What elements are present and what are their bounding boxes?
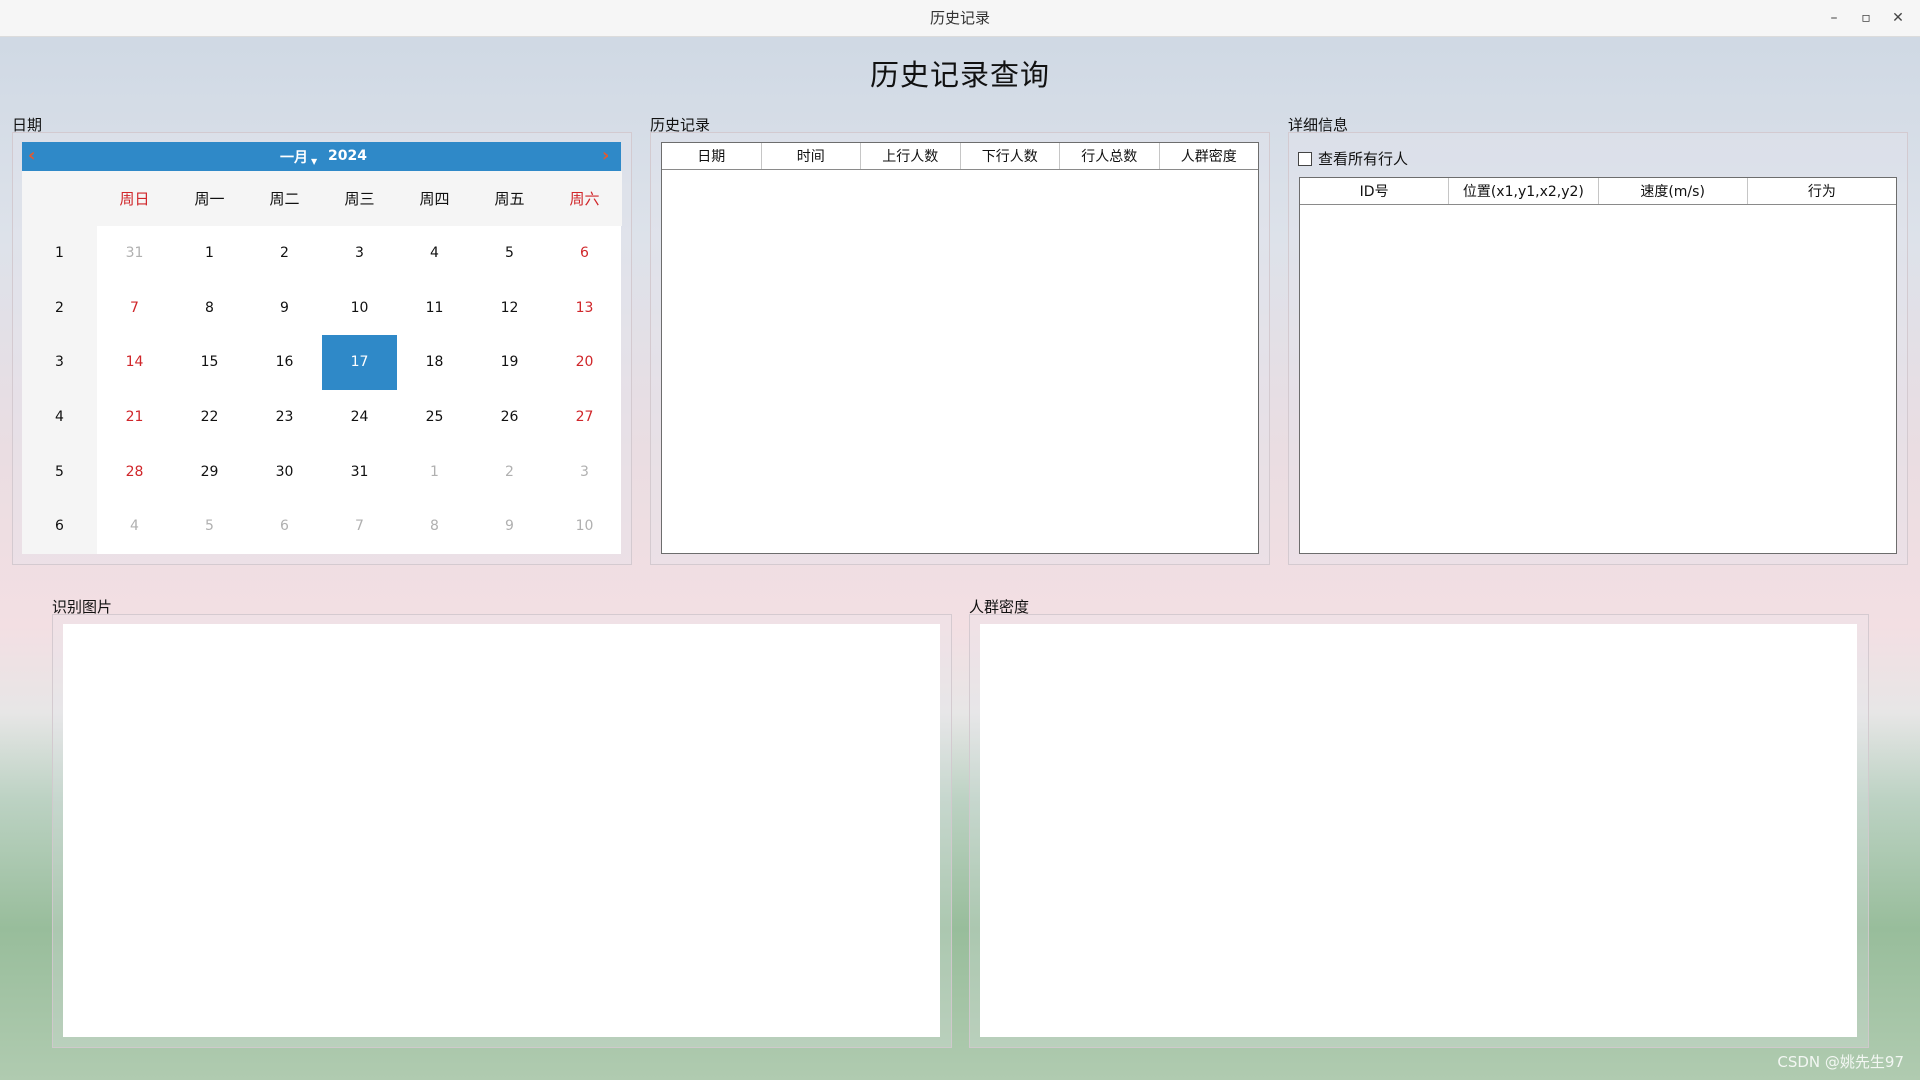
detail-table-header: ID号 位置(x1,y1,x2,y2) 速度(m/s) 行为 <box>1300 178 1896 205</box>
calendar-day[interactable]: 23 <box>247 390 322 445</box>
calendar-day[interactable]: 31 <box>97 226 172 281</box>
calendar-month-selector[interactable]: 一月 <box>280 147 308 167</box>
detail-column-header[interactable]: ID号 <box>1300 178 1450 204</box>
calendar-day[interactable]: 8 <box>172 281 247 336</box>
calendar-day[interactable]: 8 <box>397 499 472 554</box>
calendar-grid: 周日 周一 周二 周三 周四 周五 周六 1 31 1 2 3 4 5 6 2 7 8 9 10 11 12 13 3 14 15… <box>22 171 622 554</box>
history-table-header: 日期 时间 上行人数 下行人数 行人总数 人群密度 <box>662 143 1258 170</box>
week-number: 6 <box>22 498 97 554</box>
calendar-day[interactable]: 6 <box>247 499 322 554</box>
history-column-header[interactable]: 人群密度 <box>1160 143 1259 169</box>
calendar-day[interactable]: 14 <box>97 335 172 390</box>
calendar-day[interactable]: 6 <box>547 226 622 281</box>
calendar-day[interactable]: 30 <box>247 444 322 499</box>
calendar-day[interactable]: 11 <box>397 281 472 336</box>
density-image-display <box>980 624 1857 1037</box>
calendar-day[interactable]: 2 <box>472 444 547 499</box>
calendar-day[interactable]: 5 <box>472 226 547 281</box>
calendar-day[interactable]: 21 <box>97 390 172 445</box>
history-column-header[interactable]: 日期 <box>662 143 762 169</box>
window-title: 历史记录 <box>929 9 990 27</box>
weekday-header: 周二 <box>247 171 322 226</box>
calendar-day[interactable]: 19 <box>472 335 547 390</box>
detail-column-header[interactable]: 行为 <box>1748 178 1896 204</box>
history-table[interactable]: 日期 时间 上行人数 下行人数 行人总数 人群密度 <box>661 142 1259 554</box>
weekday-header: 周五 <box>472 171 547 226</box>
recognition-image-display <box>63 624 940 1037</box>
page-title: 历史记录查询 <box>869 58 1050 92</box>
weekday-header: 周日 <box>97 171 172 226</box>
calendar-widget[interactable]: ‹ 一月 ▼ 2024 › 周日 周一 周二 周三 周四 周五 周六 1 31 1 2 3 4 5 6 2 7 8… <box>22 142 622 554</box>
calendar-day[interactable]: 15 <box>172 335 247 390</box>
calendar-day[interactable]: 1 <box>397 444 472 499</box>
watermark: CSDN @姚先生97 <box>1777 1053 1904 1071</box>
calendar-day[interactable]: 25 <box>397 390 472 445</box>
calendar-day[interactable]: 3 <box>322 226 397 281</box>
weekday-header: 周三 <box>322 171 397 226</box>
calendar-day[interactable]: 12 <box>472 281 547 336</box>
window-titlebar: 历史记录 – ▫ ✕ <box>0 0 1920 37</box>
close-button[interactable]: ✕ <box>1888 8 1908 28</box>
calendar-day[interactable]: 3 <box>547 444 622 499</box>
detail-column-header[interactable]: 位置(x1,y1,x2,y2) <box>1449 178 1599 204</box>
calendar-navigation-bar: ‹ 一月 ▼ 2024 › <box>22 142 621 171</box>
calendar-day[interactable]: 26 <box>472 390 547 445</box>
history-column-header[interactable]: 下行人数 <box>961 143 1060 169</box>
calendar-day[interactable]: 1 <box>172 226 247 281</box>
calendar-day[interactable]: 2 <box>247 226 322 281</box>
checkbox-box[interactable] <box>1298 151 1312 166</box>
calendar-day[interactable]: 24 <box>322 390 397 445</box>
calendar-day[interactable]: 10 <box>547 499 622 554</box>
weekday-header: 周四 <box>397 171 472 226</box>
calendar-day[interactable]: 7 <box>322 499 397 554</box>
calendar-day[interactable]: 9 <box>472 499 547 554</box>
checkbox-label: 查看所有行人 <box>1318 150 1409 168</box>
calendar-day[interactable]: 4 <box>97 499 172 554</box>
calendar-day[interactable]: 9 <box>247 281 322 336</box>
calendar-corner <box>22 171 97 226</box>
calendar-day[interactable]: 28 <box>97 444 172 499</box>
calendar-day[interactable]: 7 <box>97 281 172 336</box>
calendar-day[interactable]: 29 <box>172 444 247 499</box>
restore-button[interactable]: ▫ <box>1856 8 1876 28</box>
month-dropdown-caret-icon[interactable]: ▼ <box>311 157 317 166</box>
calendar-day[interactable]: 27 <box>547 390 622 445</box>
calendar-day[interactable]: 20 <box>547 335 622 390</box>
calendar-day[interactable]: 5 <box>172 499 247 554</box>
next-month-arrow-icon[interactable]: › <box>602 145 609 166</box>
history-column-header[interactable]: 上行人数 <box>861 143 961 169</box>
weekday-header: 周一 <box>172 171 247 226</box>
calendar-day[interactable]: 18 <box>397 335 472 390</box>
week-number: 4 <box>22 389 97 445</box>
calendar-day[interactable]: 10 <box>322 281 397 336</box>
calendar-day-selected[interactable]: 17 <box>322 335 397 390</box>
weekday-header: 周六 <box>547 171 622 226</box>
calendar-day[interactable]: 31 <box>322 444 397 499</box>
show-all-pedestrians-checkbox[interactable]: 查看所有行人 <box>1298 148 1408 169</box>
calendar-day[interactable]: 16 <box>247 335 322 390</box>
week-number: 5 <box>22 444 97 499</box>
calendar-day[interactable]: 22 <box>172 390 247 445</box>
detail-column-header[interactable]: 速度(m/s) <box>1599 178 1748 204</box>
minimize-button[interactable]: – <box>1824 8 1844 28</box>
week-number: 2 <box>22 280 97 336</box>
calendar-day[interactable]: 13 <box>547 281 622 336</box>
detail-table[interactable]: ID号 位置(x1,y1,x2,y2) 速度(m/s) 行为 <box>1299 177 1897 554</box>
calendar-year-selector[interactable]: 2024 <box>328 148 367 164</box>
calendar-day[interactable]: 4 <box>397 226 472 281</box>
week-number: 1 <box>22 226 97 281</box>
history-column-header[interactable]: 行人总数 <box>1060 143 1160 169</box>
week-number: 3 <box>22 335 97 390</box>
prev-month-arrow-icon[interactable]: ‹ <box>28 145 35 166</box>
history-column-header[interactable]: 时间 <box>762 143 861 169</box>
